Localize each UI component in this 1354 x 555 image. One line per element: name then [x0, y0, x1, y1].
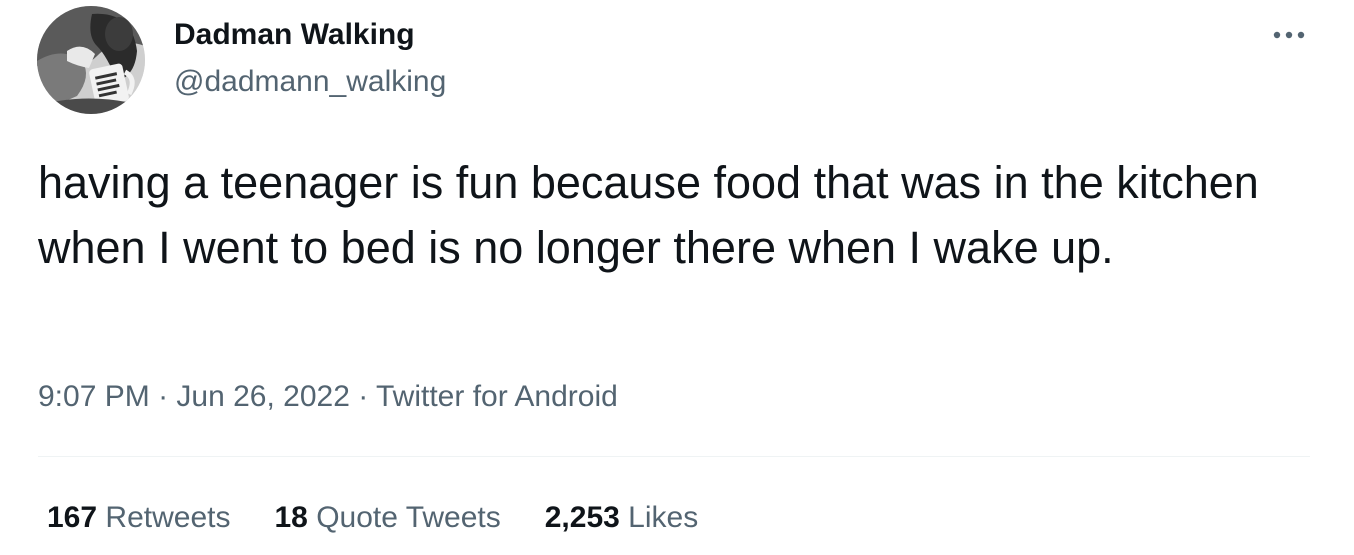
tweet-date[interactable]: Jun 26, 2022 — [176, 380, 349, 413]
quote-tweets-label: Quote Tweets — [316, 501, 501, 534]
more-horizontal-icon — [1273, 31, 1305, 39]
tweet-source[interactable]: Twitter for Android — [376, 380, 618, 413]
quote-tweets-stat[interactable]: 18 Quote Tweets — [274, 498, 500, 538]
retweets-stat[interactable]: 167 Retweets — [47, 498, 230, 538]
avatar-photo-icon — [37, 6, 145, 114]
likes-label: Likes — [628, 501, 699, 534]
retweets-count: 167 — [47, 501, 98, 534]
tweet-time[interactable]: 9:07 PM — [38, 380, 150, 413]
author-avatar[interactable] — [37, 6, 145, 114]
likes-count: 2,253 — [544, 501, 620, 534]
meta-separator: · — [349, 380, 377, 413]
author-handle[interactable]: @dadmann_walking — [174, 63, 446, 101]
likes-stat[interactable]: 2,253 Likes — [545, 498, 698, 538]
tweet-metadata: 9:07 PM · Jun 26, 2022 · Twitter for And… — [38, 377, 618, 417]
divider — [38, 456, 1310, 457]
tweet-text: having a teenager is fun because food th… — [38, 157, 1259, 273]
author-display-name[interactable]: Dadman Walking — [174, 16, 415, 54]
meta-separator: · — [149, 380, 177, 413]
quote-tweets-count: 18 — [274, 501, 308, 534]
retweets-label: Retweets — [105, 501, 231, 534]
more-options-button[interactable] — [1268, 20, 1312, 50]
tweet-stats: 167 Retweets 18 Quote Tweets 2,253 Likes — [47, 498, 742, 538]
tweet-card: Dadman Walking @dadmann_walking having a… — [0, 0, 1354, 555]
